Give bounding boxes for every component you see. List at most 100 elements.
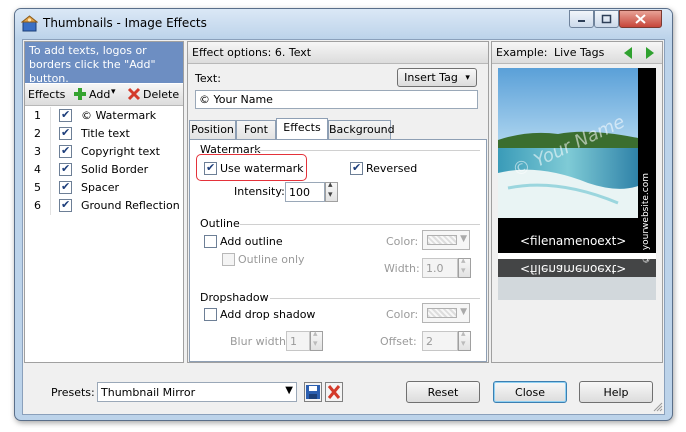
save-preset-button[interactable] — [304, 382, 322, 402]
tab-position[interactable]: Position — [189, 120, 236, 139]
blur-width-input[interactable]: 1 — [286, 331, 310, 351]
offset-label: Offset: — [380, 335, 417, 348]
list-item[interactable]: 5 Spacer — [25, 179, 183, 197]
minimize-button[interactable] — [569, 10, 594, 28]
item-number: 6 — [34, 199, 41, 212]
add-outline-checkbox[interactable] — [204, 235, 217, 248]
list-column-divider — [50, 107, 51, 215]
presets-select[interactable]: Thumbnail Mirror ▼ — [97, 382, 297, 402]
example-label: Example: — [496, 46, 548, 59]
list-item[interactable]: 1 © Watermark — [25, 107, 183, 125]
outline-color-dropdown-icon: ▼ — [460, 234, 467, 244]
image-effects-window: Thumbnails - Image Effects To add texts,… — [14, 8, 673, 421]
item-label: Copyright text — [81, 145, 160, 158]
text-label: Text: — [195, 72, 221, 85]
offset-input[interactable]: 2 — [422, 331, 458, 351]
list-item[interactable]: 2 Title text — [25, 125, 183, 143]
item-number: 2 — [34, 127, 41, 140]
outline-divider — [240, 224, 480, 225]
maximize-button[interactable] — [594, 10, 619, 28]
help-button[interactable]: Help — [579, 381, 653, 403]
item-checkbox[interactable] — [59, 180, 72, 194]
bottom-bar: Presets: Thumbnail Mirror ▼ Reset Close … — [23, 366, 664, 414]
insert-tag-label: Insert Tag — [404, 71, 458, 84]
tab-font-label: Font — [244, 123, 268, 136]
filename-reflection-text: <filenamenoext> — [520, 262, 627, 276]
item-label: Title text — [81, 127, 130, 140]
outline-width-label: Width: — [384, 262, 420, 275]
window-title: Thumbnails - Image Effects — [43, 16, 207, 30]
outline-only-checkbox[interactable] — [222, 253, 235, 266]
add-label: Add — [89, 88, 111, 101]
reversed-label: Reversed — [366, 162, 418, 175]
intensity-spinner[interactable] — [325, 180, 338, 202]
maximize-icon — [601, 14, 612, 24]
delete-button[interactable]: Delete — [127, 86, 181, 103]
intensity-input[interactable]: 100 — [285, 182, 325, 202]
outline-width-input[interactable]: 1.0 — [422, 258, 458, 278]
preview-image: © yourwebsite.com © Your Name <filenamen… — [498, 68, 656, 300]
tab-font[interactable]: Font — [236, 120, 276, 139]
options-title: Effect options: 6. Text — [192, 46, 312, 59]
title-bar[interactable]: Thumbnails - Image Effects — [15, 9, 672, 39]
close-label: Close — [515, 386, 545, 399]
outline-only-label: Outline only — [238, 253, 305, 266]
shadow-color-picker[interactable]: ▼ — [422, 303, 470, 323]
list-item[interactable]: 6 Ground Reflection — [25, 197, 183, 215]
delete-preset-button[interactable] — [325, 382, 343, 402]
reset-label: Reset — [427, 386, 459, 399]
list-item[interactable]: 4 Solid Border — [25, 161, 183, 179]
item-checkbox[interactable] — [59, 108, 72, 122]
reversed-checkbox[interactable] — [350, 161, 363, 175]
item-number: 1 — [34, 109, 41, 122]
use-watermark-checkbox[interactable] — [204, 161, 217, 175]
live-tags-link[interactable]: Live Tags — [554, 46, 604, 59]
close-icon — [635, 14, 646, 24]
effects-label: Effects — [28, 88, 66, 101]
blur-width-value: 1 — [290, 335, 297, 348]
outline-color-picker[interactable]: ▼ — [422, 230, 470, 250]
item-checkbox[interactable] — [59, 198, 72, 212]
watermark-divider — [254, 150, 480, 151]
minimize-icon — [578, 20, 585, 22]
close-window-button[interactable] — [619, 10, 662, 28]
effect-options-panel: Effect options: 6. Text Text: Insert Tag… — [187, 41, 489, 363]
item-number: 5 — [34, 181, 41, 194]
plus-icon — [74, 88, 86, 100]
offset-spinner[interactable] — [458, 329, 471, 351]
presets-value: Thumbnail Mirror — [101, 386, 196, 399]
item-checkbox[interactable] — [59, 144, 72, 158]
delete-label: Delete — [143, 88, 180, 101]
blur-width-spinner[interactable] — [310, 329, 323, 351]
example-panel: Example: Live Tags © yourwebsite.com © Y… — [491, 41, 663, 363]
insert-tag-button[interactable]: Insert Tag ▾ — [397, 68, 477, 87]
outline-width-spinner[interactable] — [458, 256, 471, 278]
add-outline-label: Add outline — [220, 235, 283, 248]
item-label: Spacer — [81, 181, 120, 194]
intensity-value: 100 — [289, 186, 310, 199]
add-drop-shadow-checkbox[interactable] — [204, 308, 217, 321]
text-input[interactable]: © Your Name — [195, 90, 478, 109]
add-drop-shadow-label: Add drop shadow — [220, 308, 316, 321]
outline-color-label: Color: — [386, 235, 419, 248]
outline-color-swatch — [427, 235, 457, 245]
shadow-color-dropdown-icon: ▼ — [460, 307, 467, 317]
next-arrow-icon[interactable] — [644, 46, 656, 60]
previous-arrow-icon[interactable] — [622, 46, 634, 60]
presets-dropdown-icon: ▼ — [285, 385, 293, 396]
tab-background[interactable]: Background — [328, 120, 395, 139]
tab-effects[interactable]: Effects — [276, 118, 328, 139]
item-label: Ground Reflection — [81, 199, 180, 212]
close-button[interactable]: Close — [493, 381, 567, 403]
dropshadow-group-title: Dropshadow — [200, 291, 269, 304]
item-checkbox[interactable] — [59, 162, 72, 176]
add-button[interactable]: Add ▾ — [73, 86, 123, 103]
presets-label: Presets: — [51, 386, 95, 399]
list-item[interactable]: 3 Copyright text — [25, 143, 183, 161]
item-checkbox[interactable] — [59, 126, 72, 140]
use-watermark-label: Use watermark — [220, 162, 304, 175]
tab-background-label: Background — [329, 123, 395, 136]
item-number: 3 — [34, 145, 41, 158]
reset-button[interactable]: Reset — [406, 381, 480, 403]
resize-grip-icon[interactable] — [653, 402, 663, 412]
